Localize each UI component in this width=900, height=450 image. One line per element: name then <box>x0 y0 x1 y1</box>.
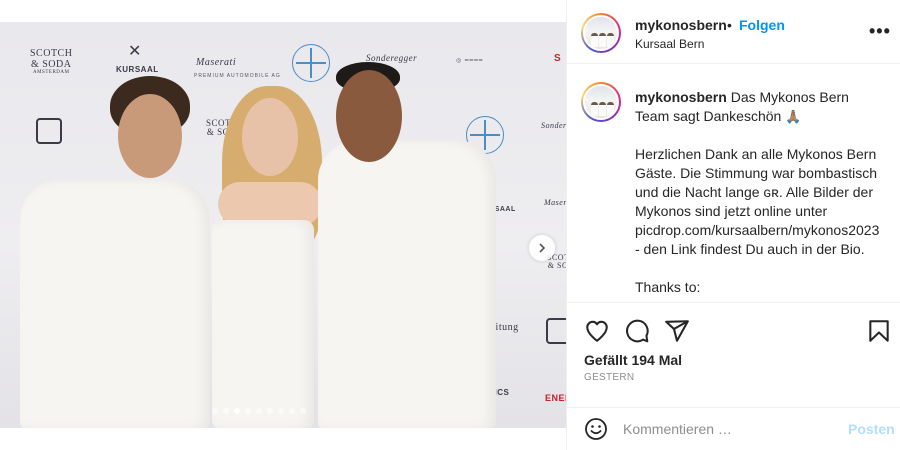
comment-bar: Posten <box>567 407 900 450</box>
carousel-dot <box>267 408 273 414</box>
header-separator: • <box>727 17 732 33</box>
heart-icon[interactable] <box>584 318 610 344</box>
carousel-dot <box>256 408 262 414</box>
bookmark-icon[interactable] <box>866 318 892 344</box>
logo-red-2: ENERGY <box>545 393 566 403</box>
post-date[interactable]: GESTERN <box>584 372 634 383</box>
more-options-button[interactable]: ••• <box>869 21 891 42</box>
follow-button[interactable]: Folgen <box>739 17 785 33</box>
caption-thanks: Thanks to: <box>635 279 701 295</box>
caption-body: Herzlichen Dank an alle Mykonos Bern Gäs… <box>635 146 880 257</box>
logo-scotch-soda: SCOTCH & SODA AMSTERDAM <box>30 48 73 75</box>
location-link[interactable]: Kursaal Bern <box>635 37 704 51</box>
logo-red-1: S <box>554 53 562 64</box>
chevron-right-icon <box>539 243 546 253</box>
share-icon[interactable] <box>664 318 690 344</box>
carousel-dots <box>212 408 306 414</box>
post-media[interactable]: SCOTCH & SODA AMSTERDAM KURSAAL ✕ Masera… <box>0 0 566 450</box>
avatar[interactable] <box>581 13 621 53</box>
caption-text: mykonosbern Das Mykonos Bern Team sagt D… <box>635 88 885 297</box>
carousel-dot <box>223 408 229 414</box>
avatar-image <box>583 15 619 51</box>
carousel-dot <box>234 408 240 414</box>
header-username[interactable]: mykonosbern <box>635 17 727 33</box>
post-header: mykonosbern • Folgen Kursaal Bern ••• <box>567 0 900 64</box>
logo-maserati: Maserati <box>196 57 237 68</box>
post-photo[interactable]: SCOTCH & SODA AMSTERDAM KURSAAL ✕ Masera… <box>0 22 566 428</box>
next-photo-button[interactable] <box>529 235 555 261</box>
likes-count[interactable]: Gefällt 194 Mal <box>584 352 682 368</box>
logo-seal <box>36 118 62 144</box>
carousel-dot <box>289 408 295 414</box>
carousel-dot <box>212 408 218 414</box>
caption-username[interactable]: mykonosbern <box>635 89 727 105</box>
logo-kursaal: KURSAAL <box>116 65 159 74</box>
pray-emoji-icon: 🙏🏽 <box>785 109 802 124</box>
logo-maserati-sub: PREMIUM AUTOMOBILE AG <box>194 73 281 79</box>
logo-compass <box>292 44 330 82</box>
carousel-dot <box>245 408 251 414</box>
carousel-dot <box>300 408 306 414</box>
caption-avatar[interactable] <box>581 82 621 122</box>
carousel-dot <box>278 408 284 414</box>
post-caption: mykonosbern Das Mykonos Bern Team sagt D… <box>567 64 900 302</box>
comment-input[interactable] <box>623 419 833 439</box>
logo-sonderegger-2: Sonderegger <box>541 121 566 130</box>
logo-unknown-1: ◎ ━━━━ <box>456 58 484 64</box>
comment-icon[interactable] <box>624 318 650 344</box>
post-comment-button[interactable]: Posten <box>848 421 895 437</box>
post-sidebar: mykonosbern • Folgen Kursaal Bern ••• my… <box>566 0 900 450</box>
logo-kursaal-mark: ✕ <box>128 43 142 60</box>
post-actions: Gefällt 194 Mal GESTERN <box>567 302 900 422</box>
emoji-icon[interactable] <box>584 417 608 441</box>
avatar-image <box>583 84 619 120</box>
logo-seal-2 <box>546 318 566 344</box>
logo-maserati-2: Maserati <box>544 198 566 207</box>
